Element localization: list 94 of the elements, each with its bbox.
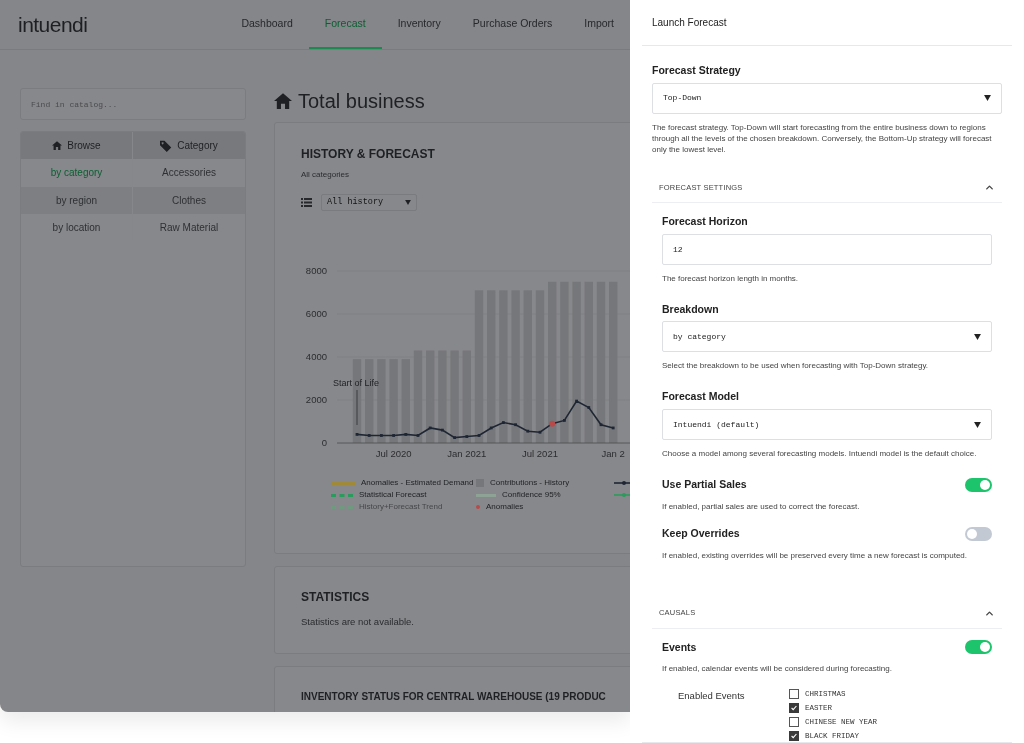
- legend-label: Confidence 95%: [502, 489, 561, 501]
- help-text: The forecast horizon length in months.: [662, 272, 800, 284]
- help-text: If enabled, existing overrides will be preserved every time a new forecast is computed.: [662, 549, 969, 561]
- home-icon: [52, 141, 63, 150]
- axis-tick-label: 8000: [305, 265, 327, 276]
- help-text: If enabled, calendar events will be considered during forecasting.: [662, 663, 893, 675]
- caret-icon: [984, 95, 991, 102]
- column-label: Browse: [67, 139, 101, 153]
- line-point-marker: [367, 434, 371, 437]
- caret-icon: [974, 421, 981, 428]
- annotation-label: Start of Life: [333, 378, 380, 388]
- card-subtitle: All categories: [301, 169, 351, 181]
- field-label: Enabled Events: [678, 689, 746, 704]
- panel-title: Launch Forecast: [652, 16, 727, 30]
- line-point-marker: [526, 429, 530, 433]
- table-cell[interactable]: by location: [21, 214, 133, 242]
- line-point-marker: [575, 399, 578, 403]
- line-point-marker: [611, 426, 615, 430]
- column-header[interactable]: Browse: [21, 132, 133, 159]
- select-field[interactable]: Top-Down: [652, 82, 1002, 114]
- home-icon: [274, 93, 292, 109]
- axis-tick-label: 6000: [305, 308, 327, 319]
- axis-tick-label: 2000: [305, 394, 327, 405]
- line-point-marker: [514, 423, 517, 427]
- line-point-marker: [502, 421, 505, 424]
- input-field[interactable]: 12: [662, 233, 992, 265]
- line-point-marker: [441, 428, 444, 432]
- list-icon[interactable]: [301, 198, 312, 207]
- line-point-marker: [477, 434, 481, 437]
- field-label: Forecast Horizon: [662, 213, 749, 229]
- tag-icon: [160, 139, 173, 152]
- axis-tick-label: Jul 2021: [522, 448, 558, 459]
- checkbox[interactable]: [789, 731, 799, 742]
- table-cell[interactable]: by region: [21, 186, 133, 214]
- help-text: Select the breakdown to be used when forecasting with Top-Down strategy.: [662, 360, 930, 372]
- toggle-switch[interactable]: [965, 640, 992, 655]
- legend-label: Contributions - History: [490, 477, 570, 489]
- page-title: Total business: [298, 89, 425, 114]
- column-header[interactable]: Category: [133, 132, 245, 159]
- column-label: Category: [177, 139, 218, 153]
- line-point-marker: [453, 436, 456, 440]
- line-point-marker: [587, 406, 591, 409]
- line-point-marker: [428, 426, 432, 430]
- axis-tick-label: 4000: [305, 351, 327, 362]
- line-point-marker: [599, 423, 603, 427]
- nav-tab[interactable]: Inventory: [381, 0, 457, 49]
- line-point-marker: [538, 430, 542, 434]
- card-title: INVENTORY STATUS FOR CENTRAL WAREHOUSE (19 PRODUC: [301, 690, 607, 704]
- select-field[interactable]: by category: [662, 321, 992, 353]
- checkbox[interactable]: [789, 689, 799, 700]
- line-point-marker: [404, 433, 408, 436]
- table-cell[interactable]: Clothes: [133, 186, 245, 214]
- field-label: Events: [662, 639, 697, 655]
- legend-label: Statistical Forecast: [359, 489, 427, 501]
- field-label: Keep Overrides: [662, 525, 740, 541]
- line-point-marker: [380, 434, 383, 437]
- axis-tick-label: Jan 2021: [447, 448, 487, 459]
- help-text: The forecast strategy. Top-Down will start forecasting from the entire business down to regions through all the levels of the chosen breakdown. Conversely, the Bottom-Up strategy will forecast only the lowest level.: [652, 121, 993, 155]
- table-cell[interactable]: by category: [21, 159, 133, 187]
- card-text: Statistics are not available.: [301, 615, 415, 629]
- card-title: HISTORY & FORECAST: [301, 146, 436, 163]
- line-point-marker: [489, 426, 493, 430]
- line-point-marker: [563, 419, 566, 422]
- caret-icon: [974, 333, 981, 340]
- checkbox[interactable]: [789, 703, 799, 714]
- legend-label: Anomalies: [486, 501, 524, 513]
- toggle-switch[interactable]: [965, 526, 992, 541]
- line-point-marker: [355, 433, 359, 436]
- axis-tick-label: Jul 2020: [375, 448, 412, 459]
- axis-tick-label: 0: [321, 437, 327, 448]
- field-label: Use Partial Sales: [662, 477, 747, 492]
- caret-icon: [405, 200, 411, 205]
- logo: intuendi: [18, 11, 89, 38]
- nav-tab[interactable]: Dashboard: [225, 0, 309, 49]
- legend-label: Anomalies - Estimated Demand: [361, 477, 474, 489]
- table-cell[interactable]: Raw Material: [133, 214, 245, 242]
- range-select[interactable]: All history: [321, 194, 417, 211]
- field-label: Forecast Model: [662, 389, 741, 405]
- checkbox[interactable]: [789, 717, 799, 728]
- nav-tab[interactable]: Import: [568, 0, 630, 49]
- help-text: Choose a model among several forecasting models. Intuendi model is the default choice.: [662, 448, 978, 459]
- table-cell[interactable]: Accessories: [133, 159, 245, 187]
- axis-tick-label: Jan 2: [601, 448, 625, 459]
- nav-tab[interactable]: Forecast: [308, 0, 382, 49]
- field-label: Breakdown: [662, 301, 720, 317]
- field-label: Forecast Strategy: [652, 63, 742, 78]
- nav-tab[interactable]: Purchase Orders: [456, 0, 569, 49]
- line-point-marker: [416, 434, 420, 437]
- line-point-marker: [392, 434, 395, 437]
- card-title: STATISTICS: [301, 589, 371, 606]
- toggle-switch[interactable]: [965, 477, 992, 492]
- line-point-marker: [465, 435, 469, 438]
- help-text: If enabled, partial sales are used to correct the forecast.: [662, 500, 861, 512]
- select-field[interactable]: Intuendi (default): [662, 409, 992, 440]
